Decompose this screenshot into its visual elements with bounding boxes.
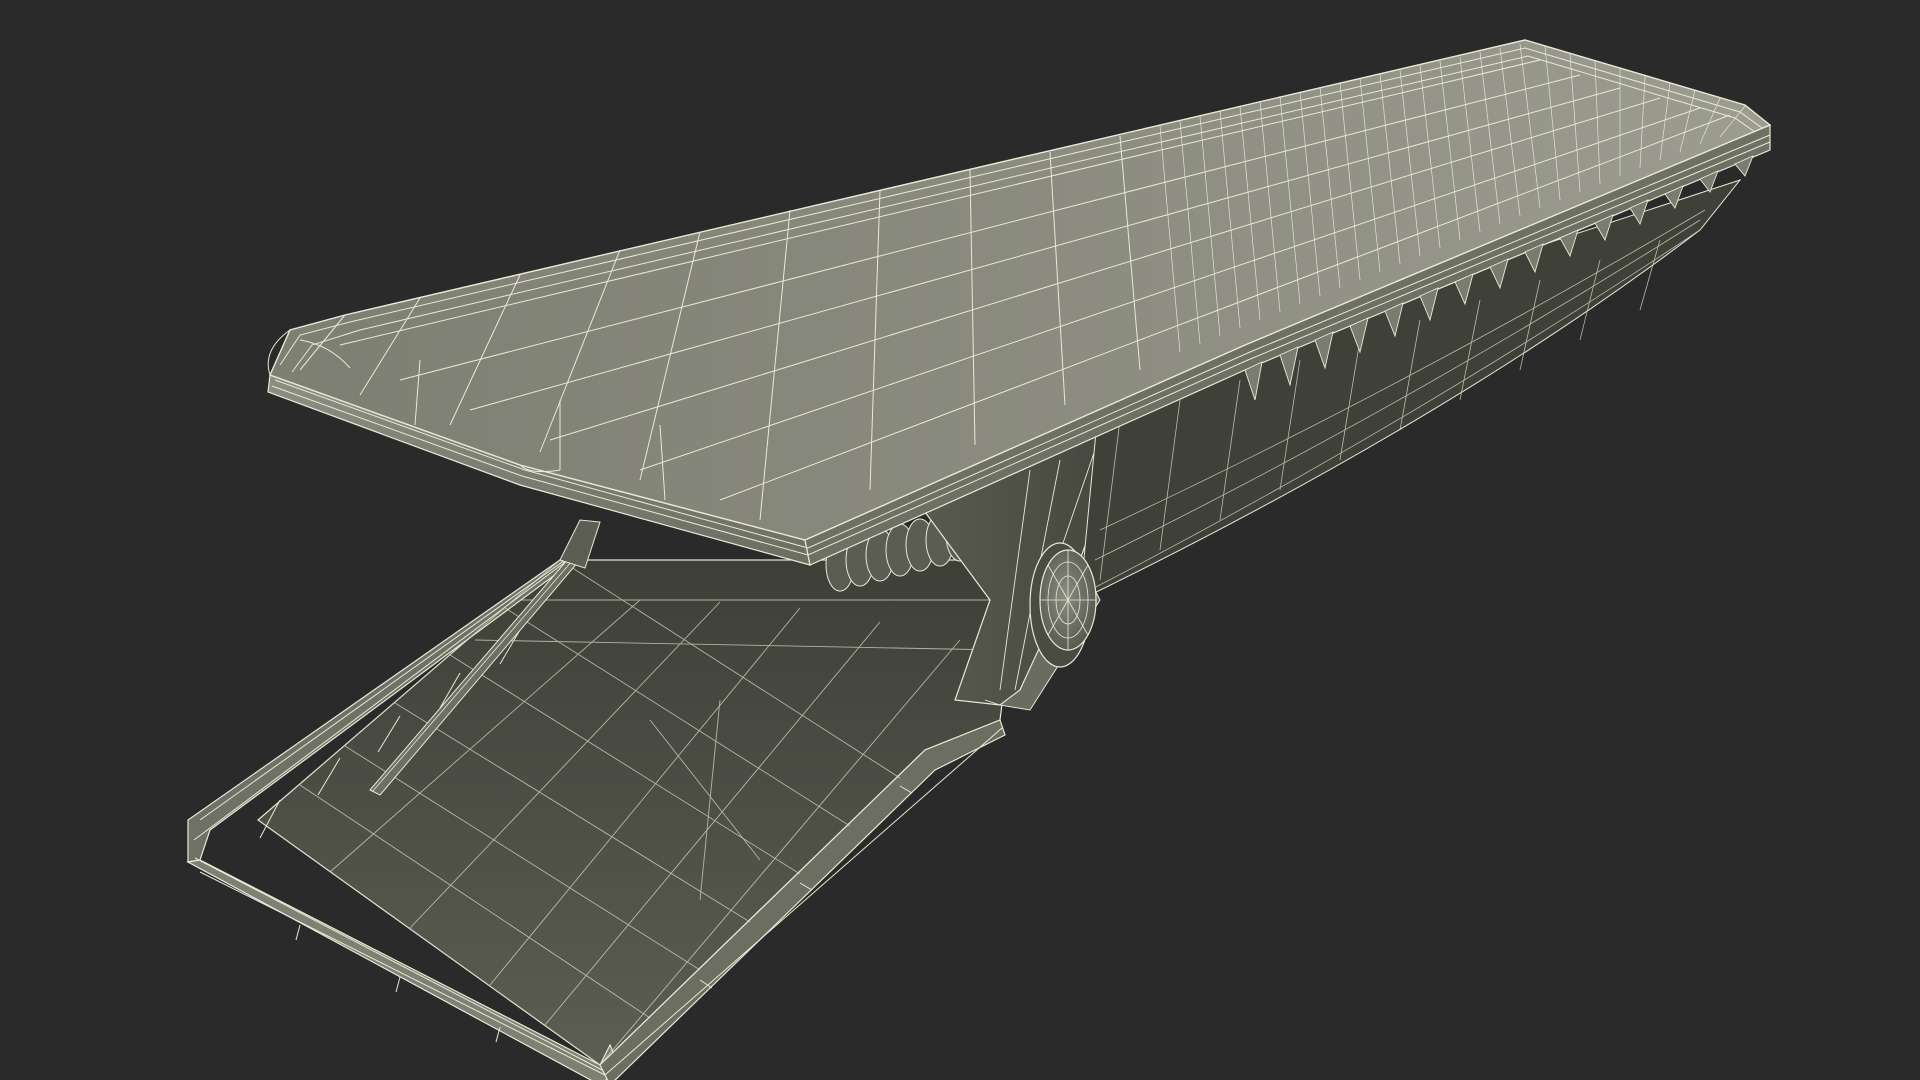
lower-jaw bbox=[186, 559, 1016, 1080]
render-viewport bbox=[0, 0, 1920, 1080]
lower-jaw-floor bbox=[257, 559, 1016, 1066]
clip-render bbox=[186, 39, 1772, 1080]
pivot-disc bbox=[1029, 542, 1097, 668]
